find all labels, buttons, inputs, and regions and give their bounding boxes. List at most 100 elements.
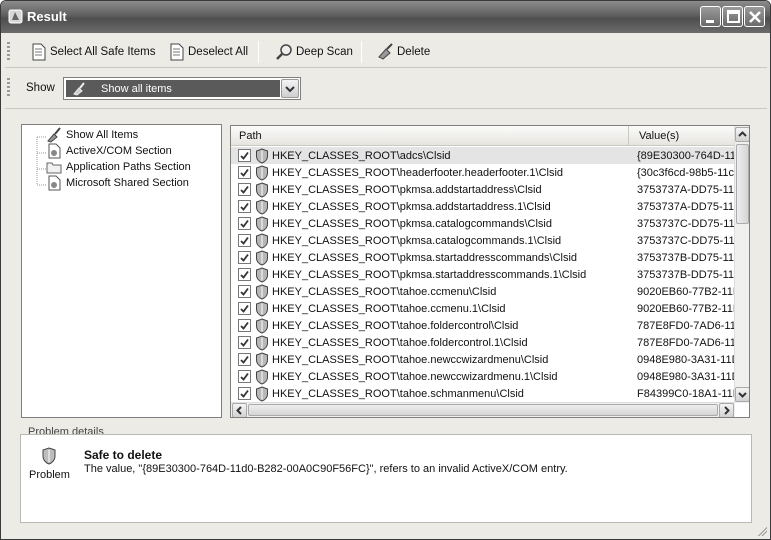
- shield-icon: [256, 283, 268, 300]
- title-bar[interactable]: Result: [1, 1, 770, 33]
- result-window: Result Select All Safe Items Deselect Al…: [0, 0, 771, 540]
- table-row[interactable]: HKEY_CLASSES_ROOT\tahoe.foldercontrol.1\…: [231, 334, 735, 351]
- filter-bar: Show Show all items: [5, 71, 767, 105]
- scroll-right-button[interactable]: [719, 403, 734, 417]
- tree-item-label: ActiveX/COM Section: [66, 145, 172, 157]
- scroll-left-button[interactable]: [232, 403, 247, 417]
- checkmark-icon: [240, 355, 249, 364]
- results-grid[interactable]: Path Value(s) HKEY_CLASSES_ROOT\adcs\Cls…: [230, 125, 750, 418]
- tree-item-label: Application Paths Section: [66, 161, 191, 173]
- row-checkbox[interactable]: [238, 166, 251, 179]
- tree-item-ms-shared[interactable]: Microsoft Shared Section: [46, 175, 189, 191]
- table-row[interactable]: HKEY_CLASSES_ROOT\pkmsa.addstartaddress\…: [231, 181, 735, 198]
- table-row[interactable]: HKEY_CLASSES_ROOT\pkmsa.startaddresscomm…: [231, 249, 735, 266]
- row-checkbox[interactable]: [238, 217, 251, 230]
- row-value: 3753737A-DD75-11D: [637, 183, 735, 196]
- close-button[interactable]: [744, 6, 765, 27]
- table-row[interactable]: HKEY_CLASSES_ROOT\headerfooter.headerfoo…: [231, 164, 735, 181]
- horizontal-scrollbar[interactable]: [231, 402, 735, 417]
- shield-icon: [256, 249, 268, 266]
- deselect-all-label: Deselect All: [188, 46, 249, 58]
- table-row[interactable]: HKEY_CLASSES_ROOT\pkmsa.addstartaddress.…: [231, 198, 735, 215]
- tree-item-show-all[interactable]: Show All Items: [46, 127, 138, 143]
- checkmark-icon: [240, 287, 249, 296]
- row-value: {89E30300-764D-11d: [637, 149, 735, 162]
- chevron-right-icon: [724, 406, 730, 415]
- horizontal-scroll-thumb[interactable]: [248, 404, 718, 416]
- row-checkbox[interactable]: [238, 353, 251, 366]
- row-path: HKEY_CLASSES_ROOT\tahoe.ccmenu\Clsid: [272, 285, 497, 298]
- maximize-button[interactable]: [722, 6, 743, 27]
- row-checkbox[interactable]: [238, 149, 251, 162]
- row-checkbox[interactable]: [238, 183, 251, 196]
- column-header-path[interactable]: Path: [239, 130, 262, 142]
- row-checkbox[interactable]: [238, 319, 251, 332]
- app-icon: [8, 9, 23, 24]
- deselect-all-button[interactable]: Deselect All: [169, 41, 248, 63]
- document-icon: [170, 43, 184, 61]
- table-row[interactable]: HKEY_CLASSES_ROOT\tahoe.foldercontrol\Cl…: [231, 317, 735, 334]
- table-row[interactable]: HKEY_CLASSES_ROOT\pkmsa.catalogcommands.…: [231, 232, 735, 249]
- scroll-down-button[interactable]: [735, 387, 749, 402]
- table-row[interactable]: HKEY_CLASSES_ROOT\adcs\Clsid {89E30300-76…: [231, 147, 735, 164]
- column-header-values[interactable]: Value(s): [628, 126, 738, 145]
- table-row[interactable]: HKEY_CLASSES_ROOT\tahoe.ccmenu.1\Clsid 90…: [231, 300, 735, 317]
- window-title: Result: [27, 9, 67, 24]
- vertical-scrollbar[interactable]: [734, 126, 749, 403]
- row-checkbox[interactable]: [238, 251, 251, 264]
- broom-icon: [47, 127, 61, 143]
- table-row[interactable]: HKEY_CLASSES_ROOT\tahoe.ccmenu\Clsid 9020…: [231, 283, 735, 300]
- problem-details-panel: Problem Safe to delete The value, "{89E3…: [20, 434, 752, 523]
- grid-rows: HKEY_CLASSES_ROOT\adcs\Clsid {89E30300-76…: [231, 147, 735, 403]
- deep-scan-button[interactable]: Deep Scan: [275, 41, 353, 63]
- row-checkbox[interactable]: [238, 234, 251, 247]
- row-value: F84399C0-18A1-11D: [637, 387, 735, 400]
- tree-item-label: Microsoft Shared Section: [66, 177, 189, 189]
- shield-icon: [256, 164, 268, 181]
- show-filter-select[interactable]: Show all items: [63, 77, 301, 100]
- resize-grip[interactable]: [757, 526, 767, 536]
- checkmark-icon: [240, 304, 249, 313]
- row-value: 9020EB60-77B2-11D: [637, 302, 735, 315]
- row-checkbox[interactable]: [238, 387, 251, 400]
- tree-item-activex[interactable]: ActiveX/COM Section: [46, 143, 172, 159]
- scroll-up-button[interactable]: [735, 127, 749, 142]
- row-checkbox[interactable]: [238, 200, 251, 213]
- row-value: 3753737C-DD75-11D: [637, 234, 735, 247]
- delete-button[interactable]: Delete: [376, 41, 430, 63]
- row-value: 0948E980-3A31-11D: [637, 353, 735, 366]
- table-row[interactable]: HKEY_CLASSES_ROOT\pkmsa.startaddresscomm…: [231, 266, 735, 283]
- table-row[interactable]: HKEY_CLASSES_ROOT\tahoe.newccwizardmenu\…: [231, 351, 735, 368]
- row-checkbox[interactable]: [238, 268, 251, 281]
- filter-bar-grip[interactable]: [7, 78, 10, 98]
- table-row[interactable]: HKEY_CLASSES_ROOT\tahoe.schmanmenu\Clsid…: [231, 385, 735, 402]
- tree-item-app-paths[interactable]: Application Paths Section: [46, 159, 191, 175]
- problem-title: Safe to delete: [84, 448, 163, 462]
- grid-header: Path Value(s): [231, 126, 735, 146]
- row-checkbox[interactable]: [238, 302, 251, 315]
- row-checkbox[interactable]: [238, 370, 251, 383]
- minimize-button[interactable]: [700, 6, 721, 27]
- shield-icon: [256, 351, 268, 368]
- section-tree[interactable]: Show All Items ActiveX/COM Section Appli…: [21, 124, 222, 418]
- magnifier-icon: [276, 44, 292, 60]
- row-checkbox[interactable]: [238, 285, 251, 298]
- delete-label: Delete: [397, 46, 431, 58]
- shield-icon: [256, 232, 268, 249]
- toolbar-separator: [361, 41, 362, 63]
- shield-icon: [256, 368, 268, 385]
- divider: [5, 108, 767, 109]
- table-row[interactable]: HKEY_CLASSES_ROOT\pkmsa.catalogcommands\…: [231, 215, 735, 232]
- checkmark-icon: [240, 253, 249, 262]
- select-all-safe-button[interactable]: Select All Safe Items: [31, 41, 155, 63]
- show-label: Show: [26, 82, 55, 94]
- row-value: 787E8FD0-7AD6-11D: [637, 336, 735, 349]
- vertical-scroll-thumb[interactable]: [736, 144, 749, 224]
- row-checkbox[interactable]: [238, 336, 251, 349]
- dropdown-button[interactable]: [281, 79, 299, 98]
- table-row[interactable]: HKEY_CLASSES_ROOT\tahoe.newccwizardmenu.…: [231, 368, 735, 385]
- checkmark-icon: [240, 185, 249, 194]
- shield-icon: [256, 181, 268, 198]
- deep-scan-label: Deep Scan: [296, 46, 353, 58]
- toolbar-grip[interactable]: [7, 42, 10, 62]
